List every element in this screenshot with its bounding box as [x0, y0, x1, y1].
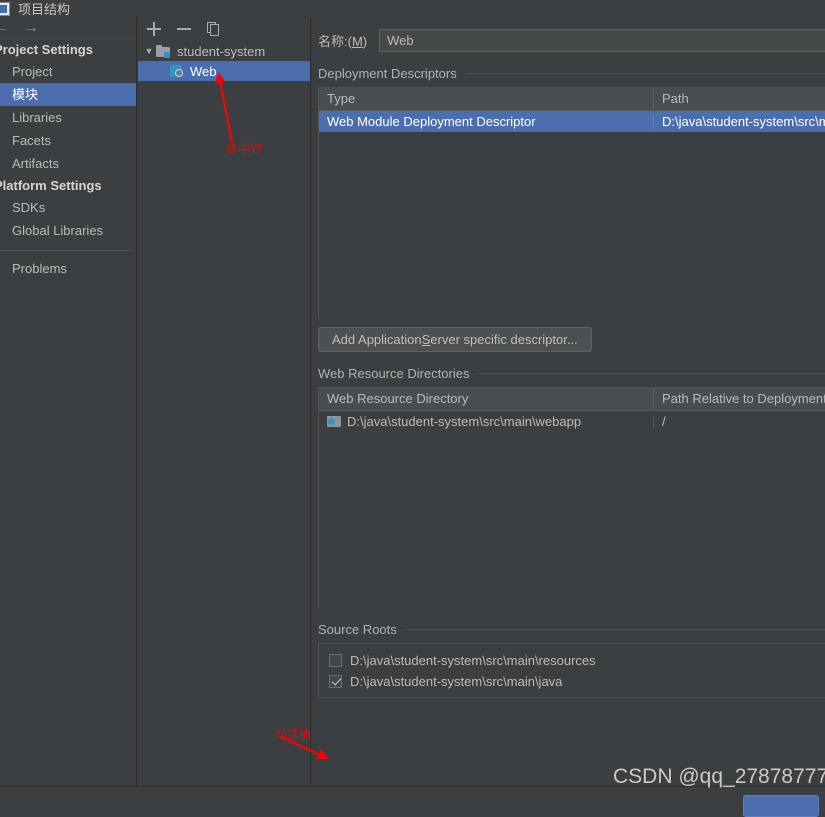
sidebar-item-modules[interactable]: 模块 — [0, 83, 136, 106]
source-root-path: D:\java\student-system\src\main\resource… — [350, 653, 596, 668]
window-title-bar: 项目结构 — [0, 0, 825, 17]
name-field-row: 名称:(M) — [312, 17, 825, 52]
source-roots-title: Source Roots — [318, 622, 397, 637]
cell-web-resource-directory: D:\java\student-system\src\main\webapp — [319, 414, 653, 429]
column-header-path-relative[interactable]: Path Relative to Deployment — [653, 388, 825, 410]
cell-relative-path: / — [653, 414, 825, 429]
sidebar-group-platform-settings: Platform Settings — [0, 178, 102, 193]
sidebar-item-libraries[interactable]: Libraries — [0, 106, 136, 129]
sidebar-divider — [0, 250, 132, 251]
cell-type: Web Module Deployment Descriptor — [327, 114, 536, 129]
remove-module-icon[interactable] — [176, 21, 192, 37]
back-arrow-icon[interactable]: ← — [0, 19, 16, 36]
web-resource-directories-header: Web Resource Directories — [318, 366, 825, 381]
source-roots-header: Source Roots — [318, 622, 825, 637]
tree-node-student-system[interactable]: ▼ student-system — [138, 41, 310, 61]
tree-node-label: student-system — [177, 43, 266, 59]
annotation-label-check-it: 勾选他 — [275, 728, 312, 742]
web-resource-directories-title: Web Resource Directories — [318, 366, 470, 381]
modules-tree-panel: ▼ student-system Web — [138, 17, 311, 785]
name-field-label: 名称:(M) — [318, 34, 368, 49]
name-input[interactable] — [379, 29, 825, 52]
copy-module-icon[interactable] — [206, 21, 222, 37]
sidebar-navigation-bar: ← → — [0, 17, 136, 39]
sidebar-item-sdks[interactable]: SDKs — [0, 196, 136, 219]
sidebar-group-project-settings: Project Settings — [0, 42, 93, 57]
modules-tree-toolbar — [138, 17, 310, 41]
column-header-type[interactable]: Type — [319, 88, 653, 110]
csdn-watermark: CSDN @qq_27878777 — [613, 765, 825, 788]
tree-node-web[interactable]: Web — [138, 61, 310, 81]
source-root-item[interactable]: D:\java\student-system\src\main\resource… — [319, 650, 825, 671]
settings-sidebar: ← → Project Settings Project 模块 Librarie… — [0, 17, 137, 785]
column-header-path[interactable]: Path — [653, 88, 825, 110]
cell-path: D:\java\student-system\src\m — [653, 114, 825, 129]
source-root-path: D:\java\student-system\src\main\java — [350, 674, 563, 689]
deployment-descriptors-table[interactable]: Type Path Web Module Deployment Descript… — [318, 87, 825, 318]
ok-button[interactable] — [743, 795, 819, 817]
web-folder-icon — [327, 415, 341, 428]
table-empty-area — [319, 432, 825, 608]
chevron-down-icon[interactable]: ▼ — [142, 46, 156, 56]
column-header-web-resource-directory[interactable]: Web Resource Directory — [319, 388, 653, 410]
sidebar-item-facets[interactable]: Facets — [0, 129, 136, 152]
source-root-checkbox[interactable] — [329, 654, 342, 667]
module-icon — [156, 44, 171, 58]
header-rule — [405, 629, 825, 630]
window-title: 项目结构 — [18, 2, 71, 17]
table-header-row: Web Resource Directory Path Relative to … — [319, 388, 825, 411]
header-rule — [465, 73, 825, 74]
source-root-item[interactable]: D:\java\student-system\src\main\java — [319, 671, 825, 692]
table-row[interactable]: D:\java\student-system\src\main\webapp / — [319, 411, 825, 432]
annotation-label-select-it: 选中它 — [226, 142, 263, 156]
deployment-descriptors-header: Deployment Descriptors — [318, 66, 825, 81]
sidebar-item-global-libraries[interactable]: Global Libraries — [0, 219, 136, 242]
sidebar-item-problems[interactable]: Problems — [0, 257, 136, 280]
source-roots-list[interactable]: D:\java\student-system\src\main\resource… — [318, 643, 825, 698]
web-resource-directories-table[interactable]: Web Resource Directory Path Relative to … — [318, 387, 825, 608]
sidebar-item-artifacts[interactable]: Artifacts — [0, 152, 136, 175]
add-module-icon[interactable] — [146, 21, 162, 37]
tree-node-label: Web — [190, 63, 217, 79]
table-header-row: Type Path — [319, 88, 825, 111]
table-row[interactable]: Web Module Deployment Descriptor D:\java… — [319, 111, 825, 132]
add-app-server-descriptor-button[interactable]: Add Application Server specific descript… — [318, 327, 592, 352]
web-facet-icon — [170, 64, 184, 78]
table-empty-area — [319, 132, 825, 318]
deployment-descriptors-title: Deployment Descriptors — [318, 66, 457, 81]
idea-logo-icon — [0, 1, 10, 16]
source-root-checkbox[interactable] — [329, 675, 342, 688]
sidebar-item-project[interactable]: Project — [0, 60, 136, 83]
header-rule — [478, 373, 825, 374]
web-facet-settings-panel: 名称:(M) Deployment Descriptors Type Path … — [312, 17, 825, 785]
forward-arrow-icon[interactable]: → — [16, 19, 46, 36]
